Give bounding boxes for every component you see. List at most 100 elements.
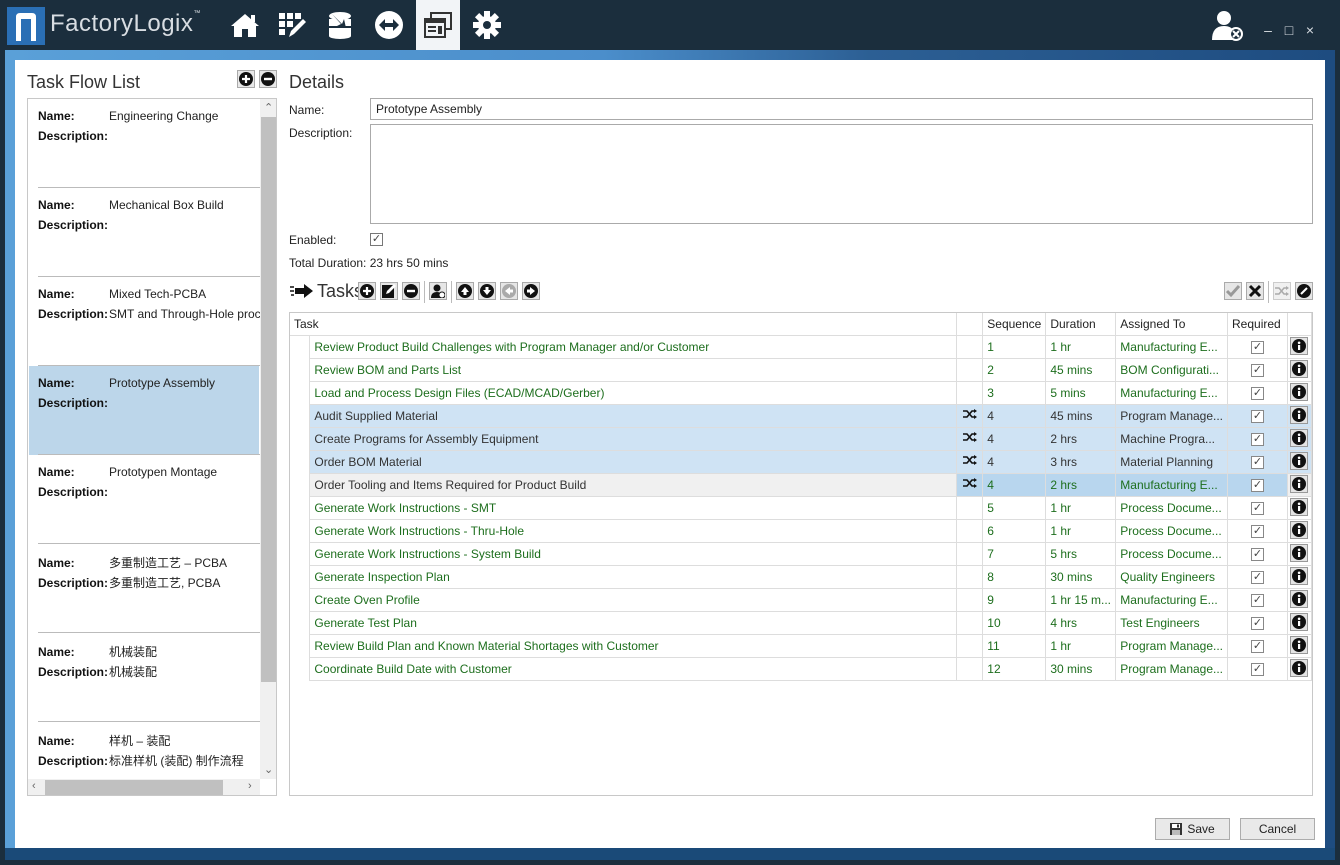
task-flow-item[interactable]: Name: Mixed Tech-PCBA Description:SMT and…	[29, 277, 261, 366]
table-row[interactable]: Review Build Plan and Known Material Sho…	[290, 634, 1313, 658]
task-name-cell[interactable]: Order Tooling and Items Required for Pro…	[309, 473, 958, 497]
save-button[interactable]: Save	[1155, 818, 1230, 840]
column-header-assigned-to[interactable]: Assigned To	[1115, 313, 1229, 336]
sequence-cell[interactable]: 2	[982, 358, 1047, 382]
horizontal-scroll-thumb[interactable]	[45, 780, 223, 795]
table-row[interactable]: Load and Process Design Files (ECAD/MCAD…	[290, 381, 1313, 405]
home-icon[interactable]	[225, 0, 265, 50]
sequence-cell[interactable]: 10	[982, 611, 1047, 635]
duration-cell[interactable]: 1 hr	[1045, 519, 1117, 543]
column-header-duration[interactable]: Duration	[1045, 313, 1117, 336]
vertical-scroll-thumb[interactable]	[261, 117, 276, 682]
table-row[interactable]: Create Programs for Assembly Equipment 4 2…	[290, 427, 1313, 451]
task-flow-item[interactable]: Name: Mechanical Box Build Description:	[29, 188, 260, 277]
required-checkbox[interactable]: ✓	[1251, 364, 1264, 377]
duration-cell[interactable]: 1 hr	[1045, 634, 1117, 658]
duration-cell[interactable]: 2 hrs	[1045, 473, 1117, 497]
move-left-button[interactable]	[500, 282, 518, 300]
column-header-sequence[interactable]: Sequence	[982, 313, 1047, 336]
info-button[interactable]	[1290, 567, 1309, 585]
gear-icon[interactable]	[467, 0, 507, 50]
required-checkbox[interactable]: ✓	[1251, 548, 1264, 561]
duration-cell[interactable]: 5 mins	[1045, 381, 1117, 405]
assigned-to-cell[interactable]: Machine Progra...	[1115, 427, 1229, 451]
required-checkbox[interactable]: ✓	[1251, 663, 1264, 676]
duration-cell[interactable]: 4 hrs	[1045, 611, 1117, 635]
duration-cell[interactable]: 30 mins	[1045, 657, 1117, 681]
assigned-to-cell[interactable]: Manufacturing E...	[1115, 588, 1229, 612]
duration-cell[interactable]: 45 mins	[1045, 404, 1117, 428]
parallel-button[interactable]	[1273, 282, 1291, 300]
sequence-cell[interactable]: 4	[982, 404, 1047, 428]
maximize-button[interactable]: □	[1281, 22, 1297, 38]
move-up-button[interactable]	[456, 282, 474, 300]
assigned-to-cell[interactable]: Test Engineers	[1115, 611, 1229, 635]
move-down-button[interactable]	[478, 282, 496, 300]
task-flow-item[interactable]: Name: 机械装配 Description:机械装配	[29, 633, 260, 722]
required-checkbox[interactable]: ✓	[1251, 456, 1264, 469]
accept-button[interactable]	[1224, 282, 1242, 300]
info-button[interactable]	[1290, 452, 1309, 470]
task-name-cell[interactable]: Review Build Plan and Known Material Sho…	[309, 634, 958, 658]
sequence-cell[interactable]: 5	[982, 496, 1047, 520]
duration-cell[interactable]: 2 hrs	[1045, 427, 1117, 451]
database-import-icon[interactable]	[320, 0, 360, 50]
windows-icon[interactable]	[416, 0, 460, 50]
task-flow-item[interactable]: Name: Prototypen Montage Description:	[29, 455, 260, 544]
task-flow-list[interactable]: Name: Engineering Change Description: Nam…	[27, 98, 277, 796]
scroll-left-icon[interactable]: ‹	[32, 780, 36, 792]
required-checkbox[interactable]: ✓	[1251, 502, 1264, 515]
task-name-cell[interactable]: Create Oven Profile	[309, 588, 958, 612]
assigned-to-cell[interactable]: Quality Engineers	[1115, 565, 1229, 589]
info-button[interactable]	[1290, 521, 1309, 539]
name-input[interactable]: Prototype Assembly	[370, 98, 1313, 120]
enabled-checkbox[interactable]: ✓	[370, 233, 383, 246]
table-row[interactable]: Coordinate Build Date with Customer 12 30 …	[290, 657, 1313, 681]
sequence-cell[interactable]: 4	[982, 473, 1047, 497]
remove-task-button[interactable]	[402, 282, 420, 300]
move-right-button[interactable]	[522, 282, 540, 300]
required-checkbox[interactable]: ✓	[1251, 617, 1264, 630]
sequence-cell[interactable]: 8	[982, 565, 1047, 589]
duration-cell[interactable]: 1 hr	[1045, 335, 1117, 359]
reject-button[interactable]	[1246, 282, 1264, 300]
task-name-cell[interactable]: Review Product Build Challenges with Pro…	[309, 335, 958, 359]
task-name-cell[interactable]: Review BOM and Parts List	[309, 358, 958, 382]
assigned-to-cell[interactable]: Material Planning	[1115, 450, 1229, 474]
scroll-right-icon[interactable]: ›	[248, 780, 252, 792]
table-row[interactable]: Order BOM Material 4 3 hrs Material Plannin…	[290, 450, 1313, 474]
info-button[interactable]	[1290, 406, 1309, 424]
cancel-button[interactable]: Cancel	[1240, 818, 1315, 840]
task-flow-item[interactable]: Name: 多重制造工艺 – PCBA Description:多重制造工艺, P…	[29, 544, 260, 633]
info-button[interactable]	[1290, 337, 1309, 355]
required-checkbox[interactable]: ✓	[1251, 387, 1264, 400]
sequence-cell[interactable]: 12	[982, 657, 1047, 681]
user-logout-icon[interactable]	[1212, 10, 1244, 42]
task-name-cell[interactable]: Audit Supplied Material	[309, 404, 958, 428]
grid-edit-icon[interactable]	[272, 0, 312, 50]
table-row[interactable]: Generate Work Instructions - SMT 5 1 hr Pro…	[290, 496, 1313, 520]
info-button[interactable]	[1290, 429, 1309, 447]
routing-icon[interactable]	[369, 0, 409, 50]
table-row[interactable]: Audit Supplied Material 4 45 mins Program M…	[290, 404, 1313, 428]
add-task-flow-button[interactable]	[237, 70, 255, 88]
assigned-to-cell[interactable]: Process Docume...	[1115, 542, 1229, 566]
sequence-cell[interactable]: 4	[982, 450, 1047, 474]
info-button[interactable]	[1290, 590, 1309, 608]
column-header-task[interactable]: Task	[290, 313, 958, 336]
info-button[interactable]	[1290, 636, 1309, 654]
task-name-cell[interactable]: Coordinate Build Date with Customer	[309, 657, 958, 681]
task-name-cell[interactable]: Generate Work Instructions - System Buil…	[309, 542, 958, 566]
sequence-cell[interactable]: 11	[982, 634, 1047, 658]
assign-user-button[interactable]	[429, 282, 447, 300]
table-row[interactable]: Create Oven Profile 9 1 hr 15 m... Manufact…	[290, 588, 1313, 612]
task-name-cell[interactable]: Generate Work Instructions - Thru-Hole	[309, 519, 958, 543]
info-button[interactable]	[1290, 360, 1309, 378]
task-flow-item[interactable]: Name: Engineering Change Description:	[29, 99, 260, 188]
close-button[interactable]: ×	[1302, 22, 1318, 38]
assigned-to-cell[interactable]: Process Docume...	[1115, 519, 1229, 543]
info-button[interactable]	[1290, 613, 1309, 631]
duration-cell[interactable]: 45 mins	[1045, 358, 1117, 382]
task-flow-item-selected[interactable]: Name: Prototype Assembly Description:	[29, 366, 260, 455]
sequence-cell[interactable]: 6	[982, 519, 1047, 543]
